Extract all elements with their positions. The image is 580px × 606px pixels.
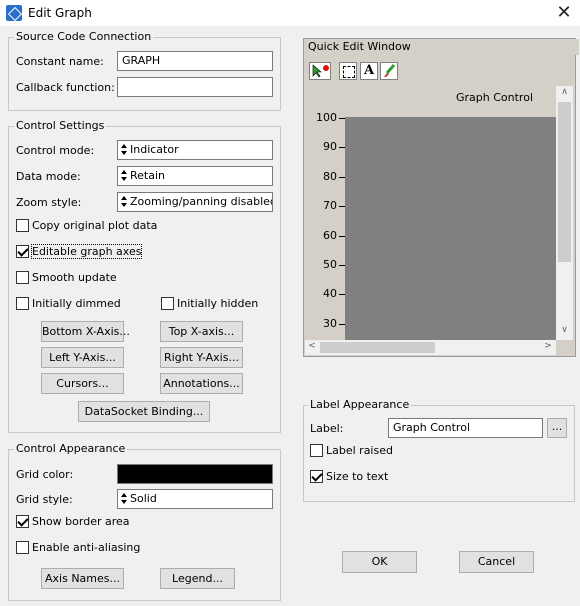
zoom-style-label: Zoom style:	[16, 196, 82, 209]
callback-function-label: Callback function:	[16, 81, 115, 94]
anti-aliasing-label[interactable]: Enable anti-aliasing	[32, 541, 140, 554]
show-border-checkbox[interactable]	[16, 515, 29, 528]
zoom-style-value: Zooming/panning disabled	[130, 195, 273, 208]
y-tick-label: 50	[323, 258, 337, 271]
zoom-style-select[interactable]: Zooming/panning disabled	[117, 192, 273, 212]
control-mode-select[interactable]: Indicator	[117, 140, 273, 160]
y-tick-label: 30	[323, 316, 337, 330]
y-tick-label: 90	[323, 140, 337, 154]
right-y-axis-button[interactable]: Right Y-Axis...	[160, 347, 243, 368]
grid-style-value: Solid	[130, 492, 157, 505]
show-border-label[interactable]: Show border area	[32, 515, 130, 528]
bottom-x-axis-button[interactable]: Bottom X-Axis...	[41, 321, 130, 342]
selection-rect-shape	[343, 66, 355, 78]
data-mode-select[interactable]: Retain	[117, 166, 273, 186]
spinner-icon[interactable]	[120, 144, 127, 156]
cursors-button[interactable]: Cursors...	[41, 373, 124, 394]
top-x-axis-button[interactable]: Top X-axis...	[160, 321, 243, 342]
label-browse-button[interactable]: ...	[547, 418, 567, 438]
grid-style-label: Grid style:	[16, 493, 73, 506]
pointer-color-icon-svg	[312, 64, 329, 78]
app-icon	[6, 5, 22, 21]
editable-axes-label[interactable]: Editable graph axes	[30, 244, 143, 259]
smooth-update-label[interactable]: Smooth update	[32, 271, 117, 284]
spinner-icon[interactable]	[120, 196, 127, 208]
initially-dimmed-label[interactable]: Initially dimmed	[32, 297, 121, 310]
cancel-button[interactable]: Cancel	[459, 551, 534, 573]
selection-rect-icon[interactable]	[339, 62, 357, 80]
control-mode-value: Indicator	[130, 143, 179, 156]
datasocket-binding-button[interactable]: DataSocket Binding...	[78, 401, 210, 422]
y-tick-label: 100	[316, 111, 337, 124]
y-axis: 100 90 80 70 60 50 40 30	[305, 110, 345, 340]
size-to-text-checkbox[interactable]	[310, 470, 323, 483]
initially-hidden-checkbox[interactable]	[161, 297, 174, 310]
annotations-button[interactable]: Annotations...	[160, 373, 243, 394]
control-appearance-legend: Control Appearance	[14, 442, 128, 455]
label-raised-label[interactable]: Label raised	[326, 444, 393, 457]
vertical-scroll-thumb[interactable]	[558, 102, 571, 262]
constant-name-input[interactable]: GRAPH	[117, 51, 273, 71]
text-tool-icon[interactable]: A	[360, 62, 378, 80]
legend-button[interactable]: Legend...	[160, 568, 235, 589]
editable-axes-checkbox[interactable]	[16, 245, 29, 258]
data-mode-value: Retain	[130, 169, 165, 182]
data-mode-label: Data mode:	[16, 170, 81, 183]
paintbrush-icon-svg	[384, 64, 396, 77]
scroll-right-icon[interactable]: >	[541, 341, 555, 351]
control-settings-legend: Control Settings	[14, 119, 107, 132]
source-code-legend: Source Code Connection	[14, 30, 154, 43]
ok-button[interactable]: OK	[342, 551, 417, 573]
scroll-down-icon[interactable]: ∨	[556, 325, 573, 335]
source-code-group	[8, 37, 281, 111]
paintbrush-icon[interactable]	[380, 62, 398, 80]
size-to-text-label[interactable]: Size to text	[326, 470, 388, 483]
axis-names-button[interactable]: Axis Names...	[41, 568, 124, 589]
copy-original-checkbox[interactable]	[16, 219, 29, 232]
left-y-axis-button[interactable]: Left Y-Axis...	[41, 347, 124, 368]
grid-color-swatch[interactable]	[117, 464, 273, 484]
horizontal-scroll-thumb[interactable]	[320, 342, 435, 353]
quick-edit-title: Quick Edit Window	[304, 39, 579, 55]
y-tick-label: 70	[323, 199, 337, 213]
label-appearance-legend: Label Appearance	[308, 398, 412, 411]
scroll-up-icon[interactable]: ∧	[556, 87, 573, 97]
label-label: Label:	[310, 422, 344, 435]
graph-plot-area	[345, 117, 556, 340]
spinner-icon[interactable]	[120, 493, 127, 505]
control-mode-label: Control mode:	[16, 144, 95, 157]
smooth-update-checkbox[interactable]	[16, 271, 29, 284]
grid-style-select[interactable]: Solid	[117, 489, 273, 509]
y-tick-label: 40	[323, 287, 337, 301]
constant-name-label: Constant name:	[16, 55, 104, 68]
grid-color-label: Grid color:	[16, 468, 74, 481]
callback-function-input[interactable]	[117, 77, 273, 97]
label-raised-checkbox[interactable]	[310, 444, 323, 457]
y-tick-label: 80	[323, 169, 337, 183]
y-tick-label: 60	[323, 228, 337, 242]
close-icon[interactable]: ✕	[552, 2, 576, 24]
initially-hidden-label[interactable]: Initially hidden	[177, 297, 258, 310]
scroll-left-icon[interactable]: <	[305, 341, 319, 351]
initially-dimmed-checkbox[interactable]	[16, 297, 29, 310]
graph-control-label: Graph Control	[456, 91, 533, 104]
pointer-color-icon[interactable]	[309, 62, 331, 80]
window-title: Edit Graph	[28, 6, 92, 20]
label-input[interactable]: Graph Control	[388, 418, 543, 438]
copy-original-label[interactable]: Copy original plot data	[32, 219, 157, 232]
anti-aliasing-checkbox[interactable]	[16, 541, 29, 554]
spinner-icon[interactable]	[120, 170, 127, 182]
